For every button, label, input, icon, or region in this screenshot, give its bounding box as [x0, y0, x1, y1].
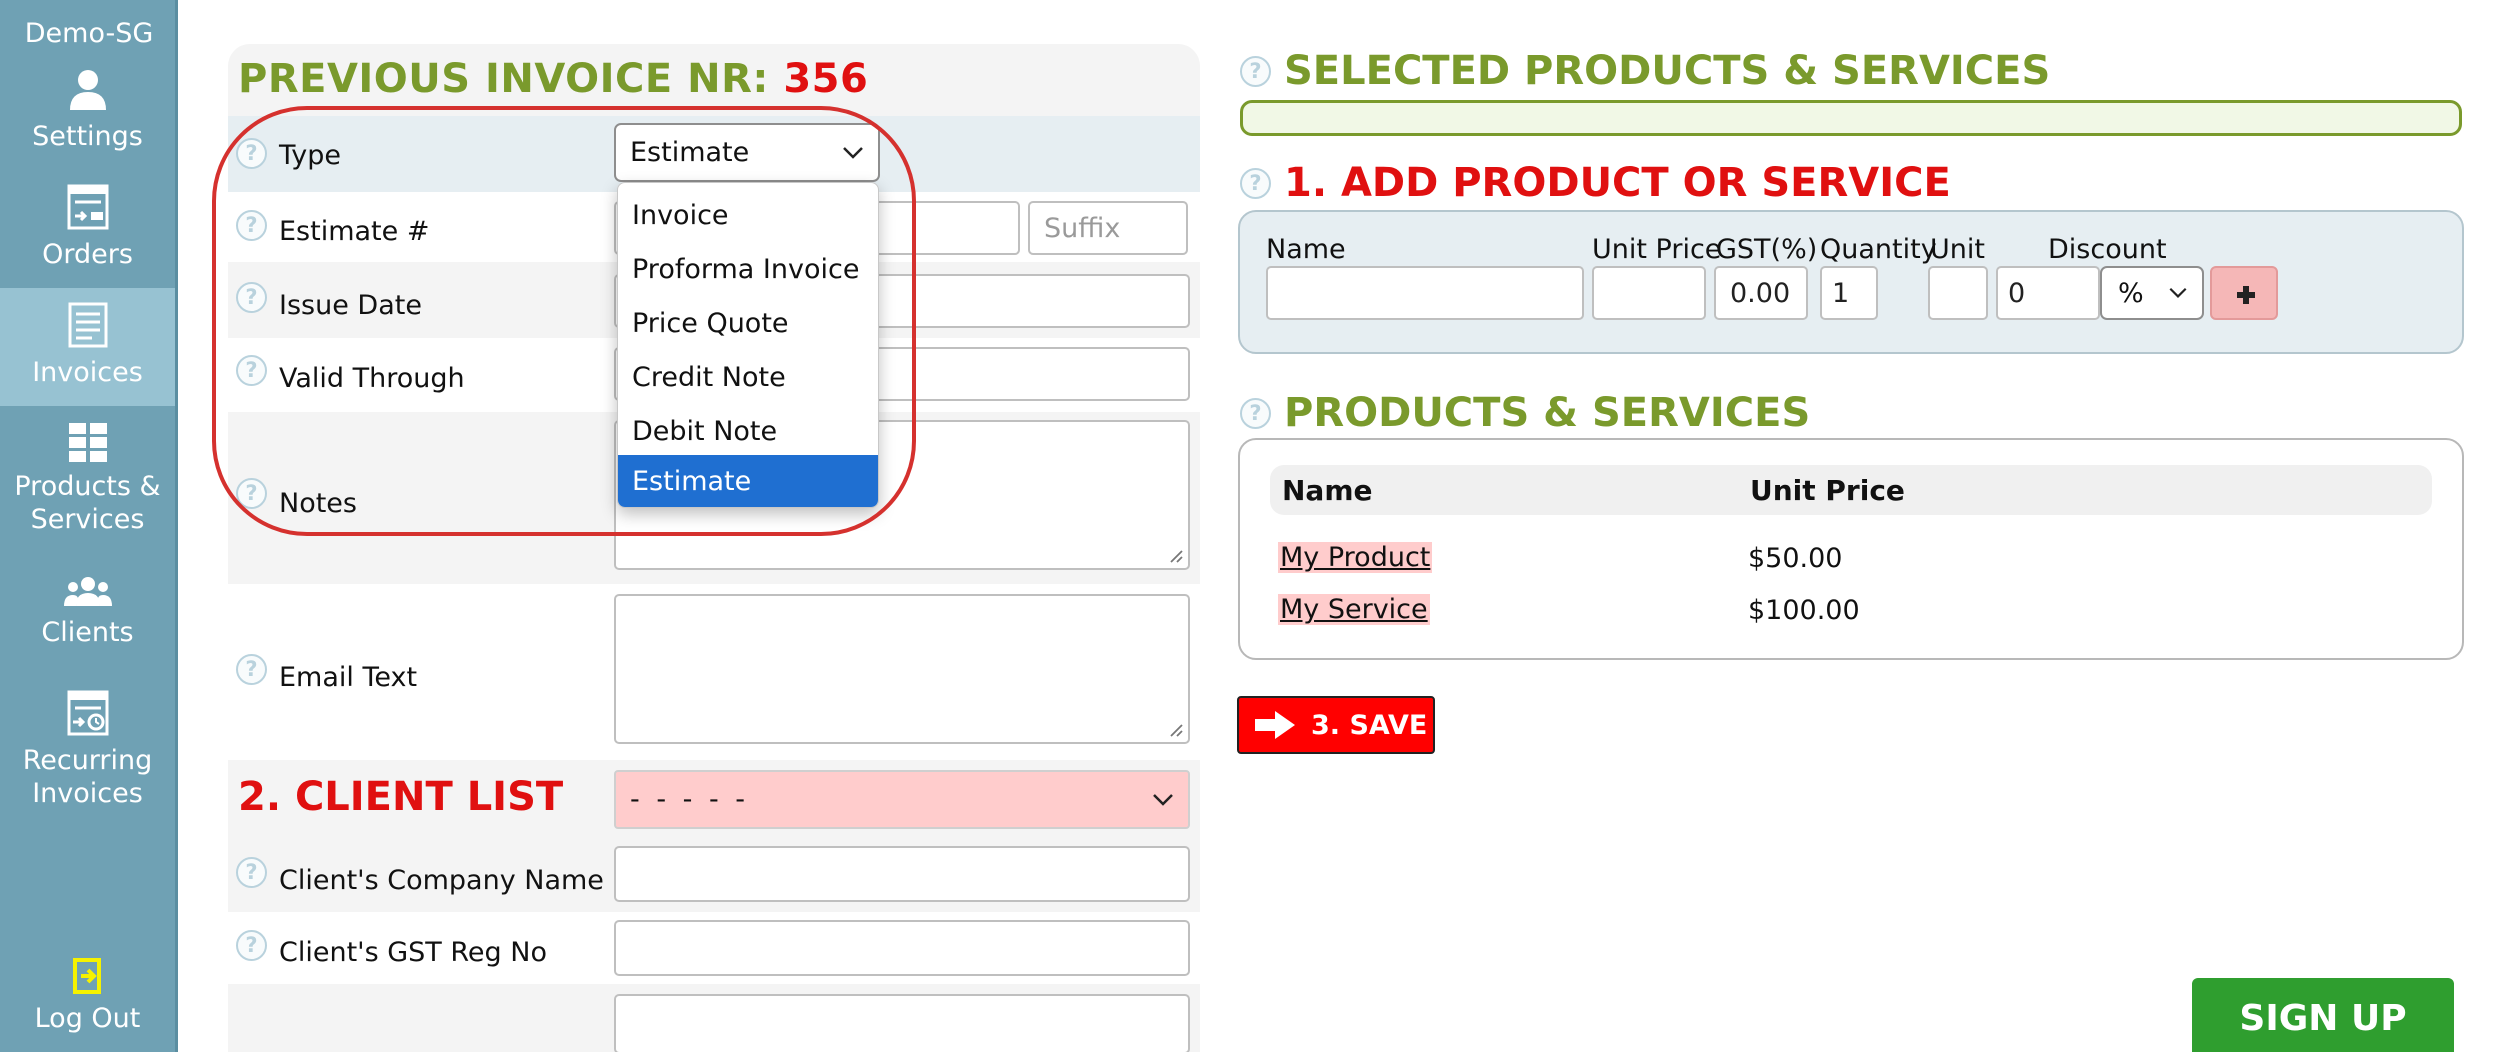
client-gst-label: Client's GST Reg No: [279, 937, 547, 968]
help-icon[interactable]: ?: [236, 355, 267, 386]
product-price: $50.00: [1748, 543, 1843, 574]
product-name-input[interactable]: [1266, 266, 1584, 320]
help-icon[interactable]: ?: [236, 210, 267, 241]
client-select[interactable]: - - - - -: [614, 770, 1190, 829]
col-name-label: Name: [1266, 234, 1346, 265]
user-icon: [69, 70, 106, 110]
products-col-unit-price: Unit Price: [1750, 474, 1905, 507]
help-icon[interactable]: ?: [236, 478, 267, 509]
dropdown-option-price-quote[interactable]: Price Quote: [618, 297, 878, 349]
sidebar-item-recurring-invoices[interactable]: Recurring Invoices: [0, 690, 175, 820]
invoice-icon: [68, 302, 107, 348]
col-unit-label: Unit: [1930, 234, 1985, 265]
help-icon[interactable]: ?: [236, 857, 267, 888]
suffix-input[interactable]: Suffix: [1028, 201, 1188, 255]
chevron-down-icon: [1153, 793, 1173, 806]
quantity-input[interactable]: 1: [1820, 266, 1878, 320]
sidebar-item-label: Settings: [32, 121, 143, 152]
sidebar-item-label: Clients: [41, 617, 134, 648]
orders-icon: [67, 184, 108, 230]
unit-input[interactable]: [1928, 266, 1988, 320]
client-list-title: 2. CLIENT LIST: [238, 774, 564, 820]
gst-input[interactable]: 0.00: [1714, 266, 1808, 320]
arrow-right-icon: [1255, 711, 1295, 739]
client-company-input[interactable]: [614, 846, 1190, 902]
col-quantity-label: Quantity: [1820, 234, 1937, 265]
sidebar-item-products-services[interactable]: Products & Services: [0, 422, 175, 552]
client-gst-input[interactable]: [614, 920, 1190, 976]
notes-label: Notes: [279, 488, 357, 519]
dropdown-option-debit-note[interactable]: Debit Note: [618, 405, 878, 457]
unit-price-input[interactable]: [1592, 266, 1706, 320]
help-icon[interactable]: ?: [1240, 56, 1271, 87]
help-icon[interactable]: ?: [236, 654, 267, 685]
sidebar-item-log-out[interactable]: Log Out: [0, 958, 175, 1048]
client-company-label: Client's Company Name: [279, 865, 604, 896]
estimate-number-label: Estimate #: [279, 216, 430, 247]
sidebar-item-label: Recurring: [22, 745, 153, 776]
chevron-down-icon: [2169, 287, 2187, 298]
help-icon[interactable]: ?: [1240, 398, 1271, 429]
discount-input[interactable]: 0: [1996, 266, 2100, 320]
sidebar-item-label: Products &: [14, 471, 161, 502]
add-product-button[interactable]: [2210, 266, 2278, 320]
sidebar-item-label: Invoices: [32, 357, 143, 388]
col-unit-price-label: Unit Price: [1592, 234, 1722, 265]
dropdown-option-invoice[interactable]: Invoice: [618, 189, 878, 241]
sidebar-item-label: Services: [30, 504, 145, 535]
previous-invoice-number: 356: [783, 56, 869, 102]
previous-invoice-title: PREVIOUS INVOICE NR: 356: [238, 56, 868, 102]
help-icon[interactable]: ?: [1240, 168, 1271, 199]
logout-icon: [72, 958, 101, 994]
discount-type-select[interactable]: %: [2100, 266, 2204, 320]
col-discount-label: Discount: [2048, 234, 2167, 265]
email-text-label: Email Text: [279, 662, 418, 693]
products-col-name: Name: [1282, 474, 1373, 507]
sidebar-item-invoices[interactable]: Invoices: [0, 288, 175, 406]
dropdown-option-estimate[interactable]: Estimate: [618, 455, 878, 507]
dropdown-option-proforma-invoice[interactable]: Proforma Invoice: [618, 243, 878, 295]
next-input[interactable]: [614, 994, 1190, 1052]
sidebar: Demo-SG Settings Orders Invoices Product…: [0, 0, 178, 1052]
help-icon[interactable]: ?: [236, 138, 267, 169]
save-button[interactable]: 3. SAVE: [1237, 696, 1435, 754]
sidebar-item-settings[interactable]: Settings: [0, 68, 175, 168]
sidebar-item-label: Log Out: [34, 1003, 141, 1034]
type-label: Type: [279, 140, 342, 171]
selected-products-title: SELECTED PRODUCTS & SERVICES: [1284, 48, 2051, 94]
brand-name: Demo-SG: [24, 18, 154, 49]
issue-date-label: Issue Date: [279, 290, 422, 321]
discount-type-value: %: [2118, 277, 2144, 309]
resize-handle-icon[interactable]: [1167, 547, 1183, 563]
help-icon[interactable]: ?: [236, 282, 267, 313]
type-dropdown-list: Invoice Proforma Invoice Price Quote Cre…: [617, 182, 879, 508]
type-select[interactable]: Estimate: [614, 123, 880, 182]
dropdown-option-credit-note[interactable]: Credit Note: [618, 351, 878, 403]
product-link-my-product[interactable]: My Product: [1278, 542, 1433, 573]
sidebar-item-label: Orders: [42, 239, 133, 270]
grid-icon: [68, 423, 107, 462]
col-gst-label: GST(%): [1716, 234, 1818, 265]
recurring-icon: [67, 690, 108, 736]
chevron-down-icon: [843, 146, 863, 159]
valid-through-label: Valid Through: [279, 363, 465, 394]
previous-invoice-label: PREVIOUS INVOICE NR:: [238, 56, 769, 102]
client-select-value: - - - - -: [630, 784, 750, 815]
sidebar-item-label: Invoices: [32, 778, 143, 809]
product-link-my-service[interactable]: My Service: [1278, 594, 1430, 625]
clients-icon: [63, 577, 112, 606]
add-product-title: 1. ADD PRODUCT OR SERVICE: [1284, 160, 1951, 206]
email-text-textarea[interactable]: [614, 594, 1190, 744]
save-button-label: 3. SAVE: [1311, 709, 1428, 741]
selected-products-list: [1240, 100, 2462, 136]
resize-handle-icon[interactable]: [1167, 721, 1183, 737]
products-services-title: PRODUCTS & SERVICES: [1284, 390, 1811, 436]
sign-up-button[interactable]: SIGN UP: [2192, 978, 2454, 1052]
sidebar-item-clients[interactable]: Clients: [0, 576, 175, 666]
help-icon[interactable]: ?: [236, 930, 267, 961]
type-select-value: Estimate: [630, 137, 750, 168]
sidebar-item-orders[interactable]: Orders: [0, 184, 175, 284]
product-price: $100.00: [1748, 595, 1860, 626]
